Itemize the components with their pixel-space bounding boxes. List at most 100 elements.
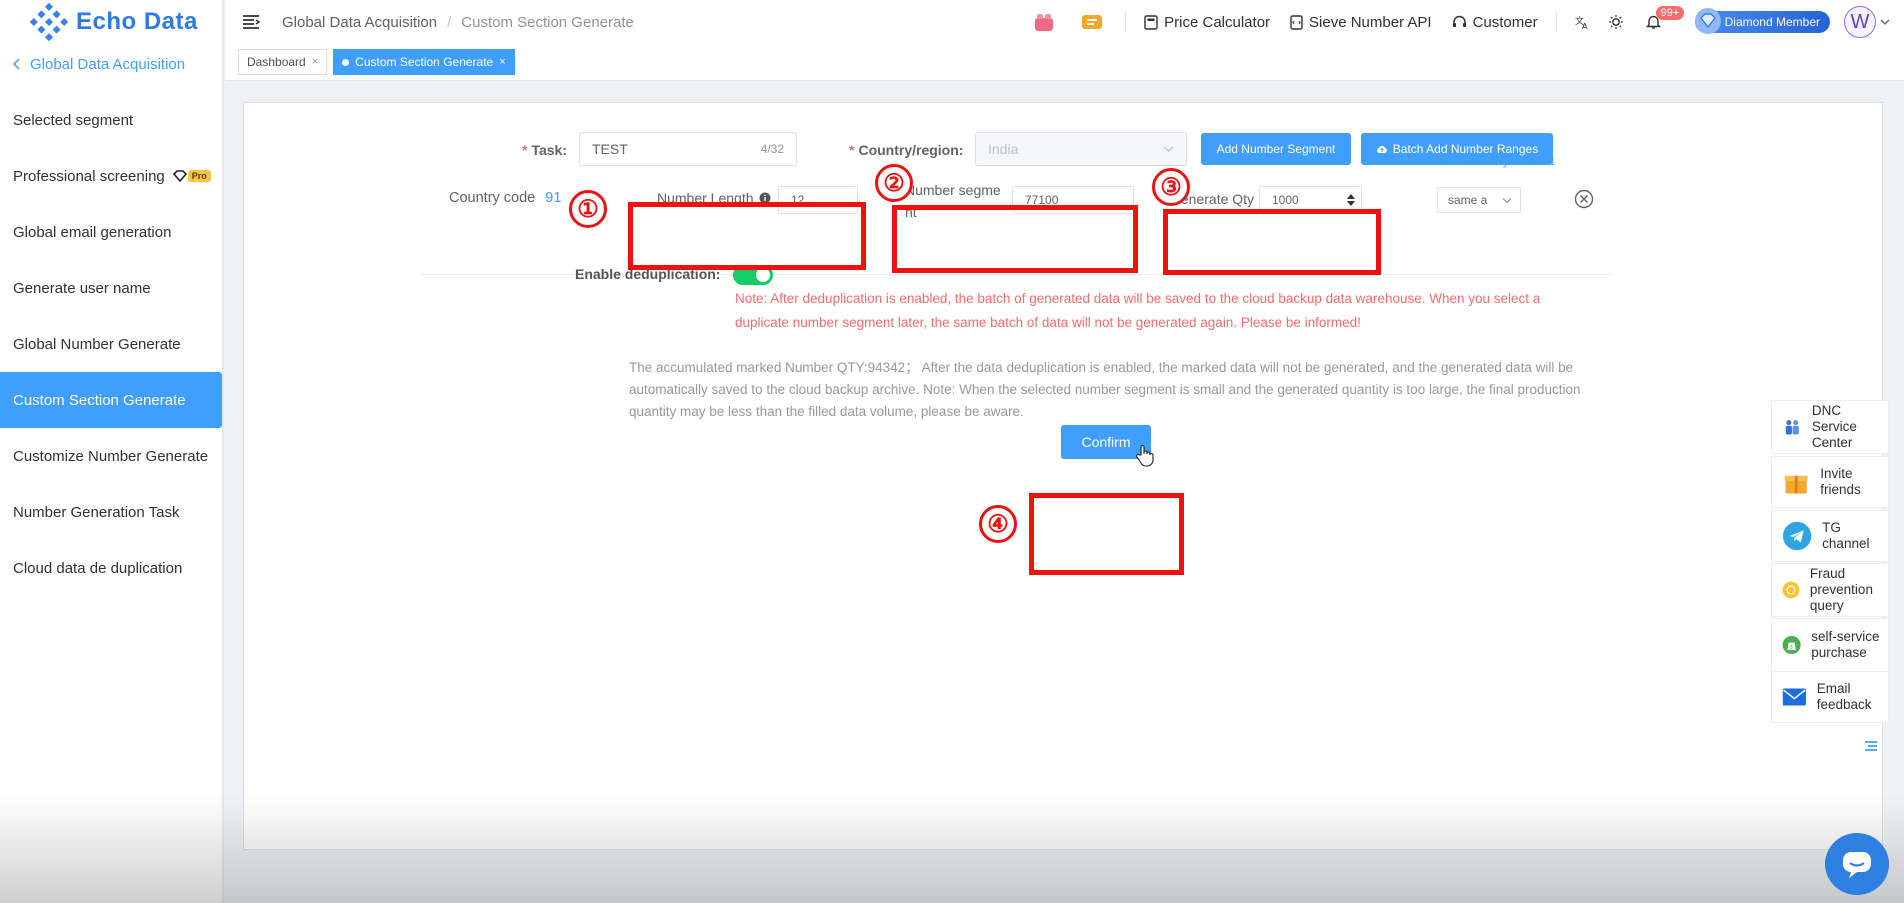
breadcrumb-current: Custom Section Generate (461, 13, 634, 31)
api-doc-icon (1290, 14, 1303, 30)
annotation-box-number-segment (892, 205, 1138, 273)
country-region-value: India (988, 141, 1019, 157)
hand-cursor-icon (1136, 445, 1154, 467)
generate-qty-value: 1000 (1272, 193, 1299, 207)
brand-name: Echo Data (76, 8, 198, 35)
add-number-segment-button[interactable]: Add Number Segment (1201, 133, 1351, 165)
tab-label: Custom Section Generate (355, 55, 494, 69)
sidebar-item-number-generation-task[interactable]: Number Generation Task (0, 484, 222, 540)
theme-sun-icon[interactable] (1608, 14, 1624, 30)
customer-service-link[interactable]: Customer (1452, 14, 1538, 31)
sidebar-item-label: Custom Section Generate (13, 391, 186, 409)
diamond-gem-icon (1694, 8, 1721, 34)
sidebar-item-label: Generate user name (13, 279, 151, 297)
chat-support-button[interactable] (1825, 833, 1889, 895)
dedup-info-text: The accumulated marked Number QTY:94342；… (629, 360, 1581, 419)
gift-box-icon[interactable] (1033, 12, 1055, 32)
sidebar-item-global-number-generate[interactable]: Global Number Generate (0, 316, 222, 372)
notification-bell-icon[interactable]: 99+ (1645, 6, 1685, 30)
collapse-panel-icon[interactable] (1864, 740, 1878, 752)
caret-down-icon[interactable] (1347, 201, 1355, 206)
float-email-feedback[interactable]: Email feedback (1771, 671, 1889, 723)
remove-row-close-icon[interactable] (1574, 189, 1594, 209)
gift-icon (1784, 475, 1808, 494)
active-dot (342, 58, 350, 66)
tab-dashboard[interactable]: Dashboard × (238, 49, 328, 75)
telegram-icon (1782, 521, 1812, 551)
float-item-label: DNC Service Center (1811, 403, 1857, 450)
task-input-value: TEST (592, 141, 628, 157)
chevron-down-icon[interactable] (1880, 13, 1890, 31)
sidebar-item-global-email-generation[interactable]: Global email generation (0, 204, 222, 260)
header-divider (1555, 12, 1557, 32)
pro-badge: Pro (172, 170, 211, 182)
sidebar-item-label: Customize Number Generate (13, 447, 209, 465)
member-label: Diamond Member (1724, 15, 1820, 29)
annotation-box-generate-qty (1163, 209, 1381, 275)
dedup-warning-note: Note: After deduplication is enabled, th… (735, 291, 1541, 330)
task-char-count: 4/32 (760, 142, 784, 156)
float-tg-channel[interactable]: TG channel (1771, 510, 1889, 562)
close-icon[interactable]: × (312, 56, 318, 68)
country-code-label: Country code 91 (449, 190, 562, 206)
calculator-icon (1144, 14, 1158, 30)
sidebar-item-label: Number Generation Task (13, 503, 180, 521)
chevron-down-icon (1163, 146, 1174, 152)
chevron-down-icon (1502, 197, 1512, 203)
float-item-label: Invite friends (1820, 466, 1861, 497)
top-header: Global Data Acquisition / Custom Section… (226, 0, 1904, 44)
float-fraud-prevention-query[interactable]: Fraud prevention query (1771, 563, 1889, 617)
price-calculator-label: Price Calculator (1164, 13, 1271, 31)
sidebar-item-customize-number-generate[interactable]: Customize Number Generate (0, 428, 222, 484)
generation-sync-count-link[interactable]: Generation sync count (1434, 154, 1554, 168)
headset-icon (1452, 15, 1466, 27)
menu-toggle-icon[interactable] (240, 11, 262, 33)
toggle-knob (756, 268, 770, 282)
ticket-icon[interactable] (1081, 13, 1103, 31)
country-region-select[interactable]: India (975, 132, 1187, 166)
sidebar-item-professional-screening[interactable]: Professional screening Pro (0, 148, 222, 204)
float-self-service-purchase[interactable]: $ self-service purchase (1771, 618, 1889, 672)
task-input[interactable]: TEST 4/32 (579, 132, 797, 166)
breadcrumb-item[interactable]: Global Data Acquisition (282, 14, 437, 31)
annotation-box-confirm (1029, 493, 1184, 575)
user-avatar[interactable]: W (1844, 6, 1876, 38)
translate-icon[interactable]: 文A (1575, 15, 1590, 30)
pro-badge-text: Pro (187, 170, 211, 182)
people-icon (1785, 420, 1799, 435)
header-actions: Price Calculator Sieve Number API Custom… (1033, 0, 1904, 44)
diamond-member-badge[interactable]: Diamond Member (1694, 8, 1830, 34)
annotation-marker-2: ② (875, 164, 913, 202)
close-icon[interactable]: × (499, 56, 505, 68)
sieve-number-api-link[interactable]: Sieve Number API (1290, 14, 1432, 31)
float-invite-friends[interactable]: Invite friends (1771, 456, 1889, 508)
sidebar-item-label: Professional screening (13, 167, 165, 185)
back-link-label: Global Data Acquisition (30, 55, 186, 73)
customer-label: Customer (1472, 13, 1538, 31)
chevron-left-icon (12, 58, 20, 70)
sync-mode-value: same a (1448, 193, 1488, 207)
echo-data-logo-icon (30, 3, 68, 41)
task-label: * Task: (522, 142, 567, 158)
price-calculator-link[interactable]: Price Calculator (1144, 14, 1270, 31)
float-dnc-service-center[interactable]: DNC Service Center (1771, 400, 1889, 454)
float-item-label: TG channel (1822, 520, 1870, 551)
sync-mode-select[interactable]: same a (1437, 187, 1521, 213)
sidebar-item-label: Global email generation (13, 223, 172, 241)
chat-icon (1843, 852, 1871, 878)
sidebar-item-label: Selected segment (13, 111, 134, 129)
country-region-label: * Country/region: (849, 142, 964, 158)
mail-icon (1782, 688, 1806, 706)
tab-custom-section-generate[interactable]: Custom Section Generate × (333, 49, 515, 75)
header-divider (1125, 12, 1127, 32)
brand-logo[interactable]: Echo Data (0, 0, 222, 44)
sidebar-item-cloud-data-de-duplication[interactable]: Cloud data de duplication (0, 540, 222, 596)
sidebar-item-generate-user-name[interactable]: Generate user name (0, 260, 222, 316)
diamond-icon (172, 170, 187, 182)
coin-icon (1782, 581, 1800, 599)
caret-up-icon[interactable] (1347, 194, 1355, 199)
back-to-global-data-acquisition[interactable]: Global Data Acquisition (0, 44, 222, 84)
sidebar-item-custom-section-generate[interactable]: Custom Section Generate (0, 372, 222, 428)
qty-stepper[interactable] (1347, 194, 1355, 206)
sidebar-item-selected-segment[interactable]: Selected segment (0, 92, 222, 148)
